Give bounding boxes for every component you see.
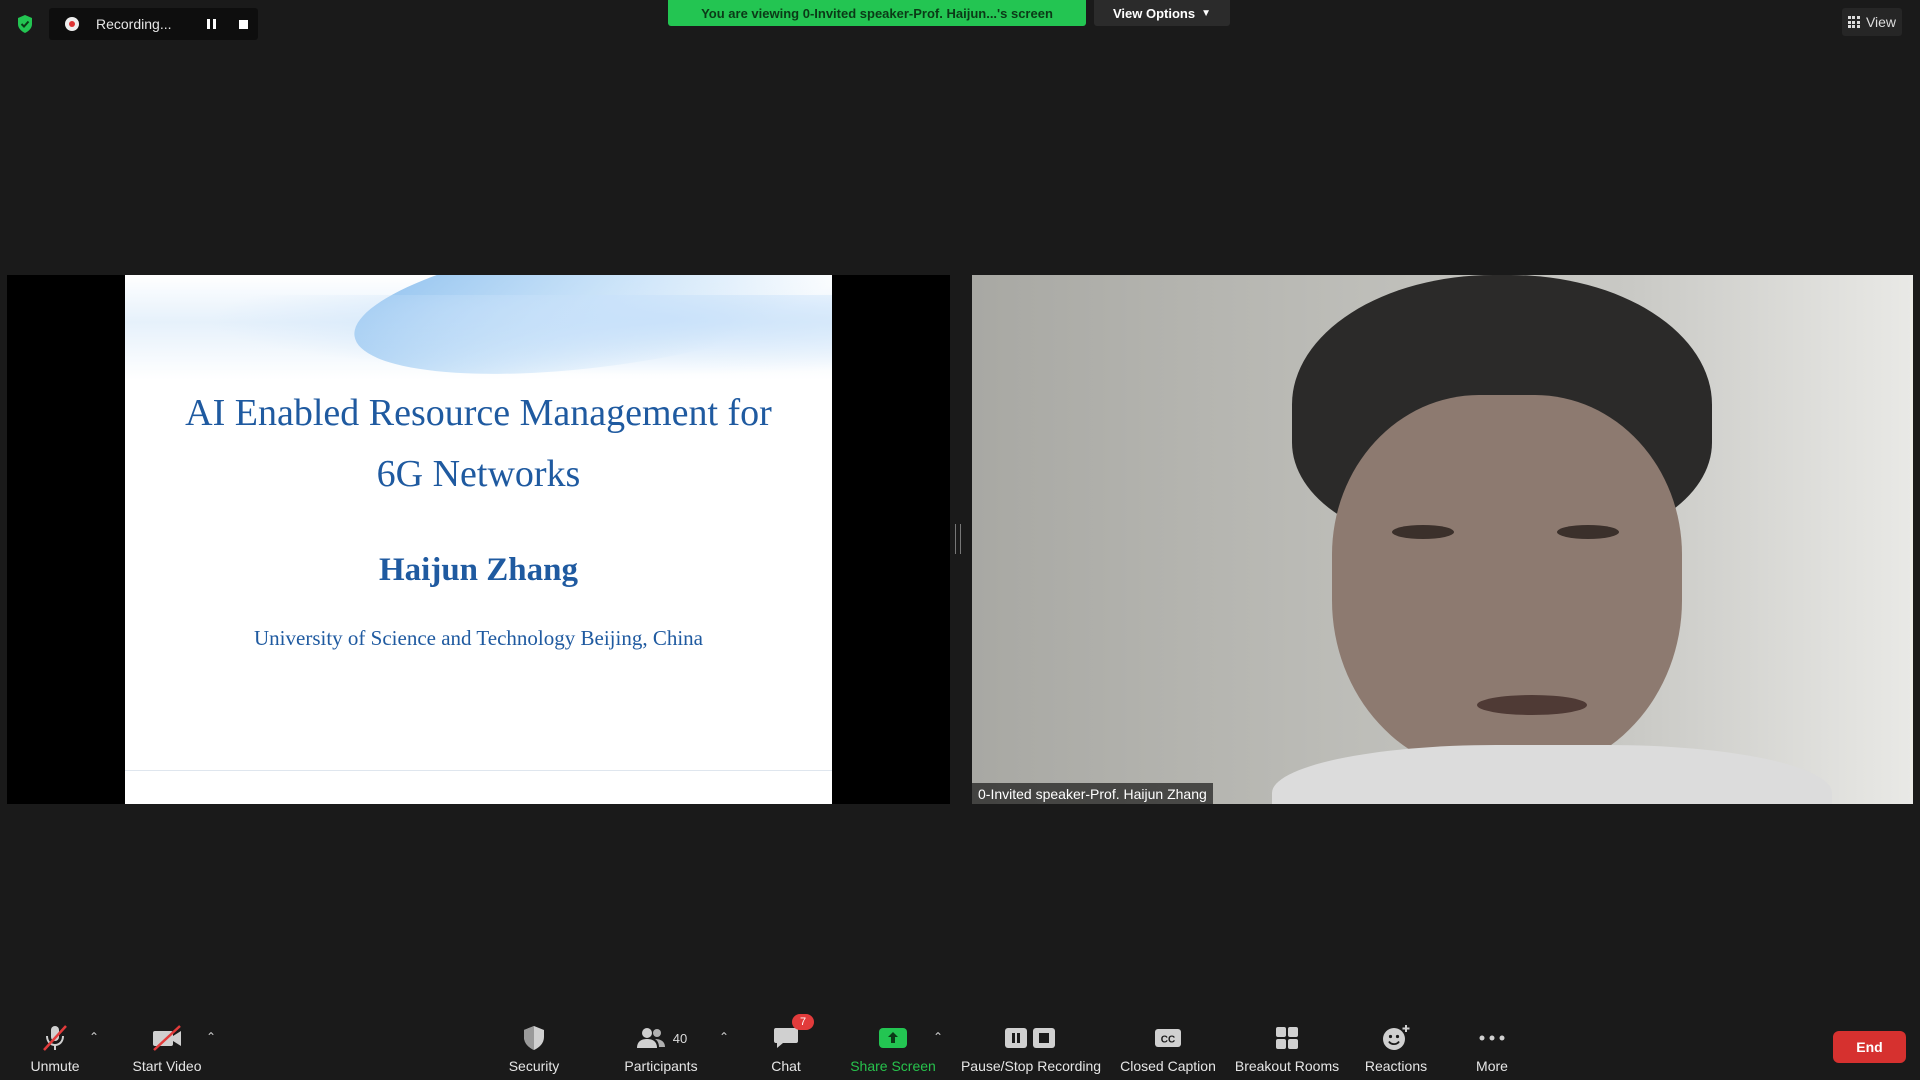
closed-caption-button[interactable]: CC Closed Caption [1118,1008,1218,1080]
more-label: More [1476,1058,1508,1074]
reactions-label: Reactions [1364,1058,1428,1074]
recording-status-text: Recording... [96,16,172,32]
video-face [1332,395,1682,775]
slide-affiliation: University of Science and Technology Bei… [254,626,703,650]
security-label: Security [508,1058,560,1074]
breakout-rooms-label: Breakout Rooms [1234,1058,1340,1074]
participants-options-caret-icon[interactable]: ⌃ [719,1030,729,1044]
presentation-slide: AI Enabled Resource Management for 6G Ne… [125,275,832,804]
slide-footer-divider [125,770,832,771]
participant-video-tile[interactable] [972,275,1913,804]
recording-dot-icon [65,17,79,31]
video-eye-right [1557,525,1619,539]
shield-icon [521,1020,547,1056]
video-camera-off-icon [150,1020,184,1056]
view-options-dropdown[interactable]: View Options ▼ [1094,0,1230,26]
participants-button[interactable]: 40 Participants [618,1008,704,1080]
slide-title-line1: AI Enabled Resource Management for [185,392,772,434]
viewing-screen-banner: You are viewing 0-Invited speaker-Prof. … [668,0,1086,26]
security-shield-icon [18,15,32,33]
slide-title-line2: 6G Networks [376,453,581,495]
breakout-rooms-button[interactable]: Breakout Rooms [1234,1008,1340,1080]
svg-text:CC: CC [1161,1035,1175,1046]
chat-unread-badge: 7 [792,1014,814,1030]
panel-resize-handle[interactable] [955,524,961,554]
stop-icon [238,19,248,29]
chat-icon: 7 [772,1014,814,1056]
video-options-caret-icon[interactable]: ⌃ [206,1030,216,1044]
view-options-label: View Options [1112,5,1196,21]
participants-count: 40 [672,1030,688,1046]
more-dots-icon [1478,1020,1506,1056]
participant-name-tag: 0-Invited speaker-Prof. Haijun Zhang [972,783,1213,804]
closed-caption-label: Closed Caption [1120,1058,1216,1074]
share-options-caret-icon[interactable]: ⌃ [933,1030,943,1044]
slide-author: Haijun Zhang [379,552,578,588]
view-label: View [1865,14,1897,30]
meeting-toolbar: Unmute ⌃ Start Video ⌃ Security 40 Parti… [0,1008,1920,1080]
share-screen-label: Share Screen [850,1058,936,1074]
pause-stop-recording-label: Pause/Stop Recording [960,1058,1102,1074]
recording-indicator: Recording... [49,8,258,40]
unmute-label: Unmute [30,1058,80,1074]
video-shirt [1272,745,1832,804]
pause-stop-recording-icon [1003,1020,1059,1056]
microphone-muted-icon [40,1020,70,1056]
share-screen-icon [878,1020,908,1056]
pause-stop-recording-button[interactable]: Pause/Stop Recording [960,1008,1102,1080]
unmute-button[interactable]: Unmute [26,1008,84,1080]
shared-screen-panel: AI Enabled Resource Management for 6G Ne… [7,275,950,804]
start-video-label: Start Video [132,1058,202,1074]
chat-label: Chat [771,1058,801,1074]
stop-recording-button[interactable] [232,13,254,35]
end-meeting-button[interactable]: End [1833,1031,1906,1063]
pause-icon [206,19,216,29]
participants-icon: 40 [635,1020,687,1056]
chevron-down-icon: ▼ [1201,7,1211,19]
audio-options-caret-icon[interactable]: ⌃ [89,1030,99,1044]
reactions-button[interactable]: Reactions [1362,1008,1430,1080]
share-screen-button[interactable]: Share Screen [850,1008,936,1080]
closed-caption-icon: CC [1153,1020,1183,1056]
start-video-button[interactable]: Start Video [126,1008,208,1080]
chat-button[interactable]: 7 Chat [766,1008,814,1080]
slide-title: AI Enabled Resource Management for 6G Ne… [125,383,832,505]
view-layout-button[interactable]: View [1842,8,1902,36]
pause-recording-button[interactable] [200,13,222,35]
more-button[interactable]: More [1472,1008,1512,1080]
grid-icon [1847,16,1860,28]
video-mouth [1477,695,1587,715]
breakout-rooms-icon [1273,1020,1301,1056]
reactions-smiley-icon [1381,1020,1411,1056]
security-button[interactable]: Security [502,1008,566,1080]
video-eye-left [1392,525,1454,539]
participants-label: Participants [624,1058,698,1074]
slide-header-decoration [125,275,832,380]
